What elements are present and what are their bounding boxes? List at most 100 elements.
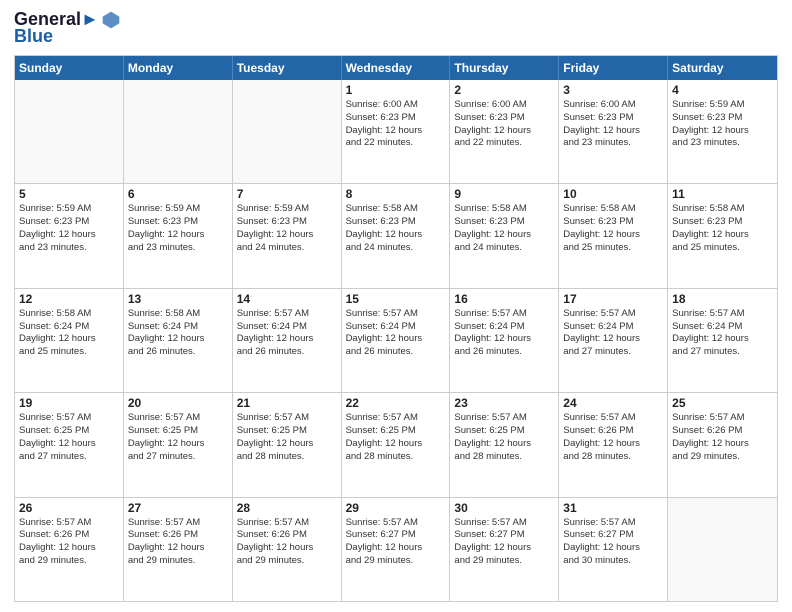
day-number: 14 [237, 292, 337, 306]
day-number: 31 [563, 501, 663, 515]
day-number: 13 [128, 292, 228, 306]
weekday-header: Monday [124, 56, 233, 80]
calendar-row: 1 Sunrise: 6:00 AMSunset: 6:23 PMDaylight… [15, 80, 777, 184]
day-number: 15 [346, 292, 446, 306]
day-info: Sunrise: 5:59 AMSunset: 6:23 PMDaylight:… [128, 203, 228, 254]
day-number: 4 [672, 83, 773, 97]
calendar-row: 19Sunrise: 5:57 AMSunset: 6:25 PMDayligh… [15, 393, 777, 497]
day-number: 22 [346, 396, 446, 410]
day-info: Sunrise: 5:57 AMSunset: 6:26 PMDaylight:… [563, 412, 663, 463]
day-number: 28 [237, 501, 337, 515]
calendar-cell: 22 Sunrise: 5:57 AMSunset: 6:25 PMDayligh… [342, 393, 451, 496]
calendar-cell: 24 Sunrise: 5:57 AMSunset: 6:26 PMDayligh… [559, 393, 668, 496]
day-info: Sunrise: 5:57 AMSunset: 6:25 PMDaylight:… [19, 412, 119, 463]
day-info: Sunrise: 5:58 AMSunset: 6:23 PMDaylight:… [346, 203, 446, 254]
calendar-cell: 10 Sunrise: 5:58 AMSunset: 6:23 PMDayligh… [559, 184, 668, 287]
calendar-cell [233, 80, 342, 183]
calendar-cell: 9 Sunrise: 5:58 AMSunset: 6:23 PMDaylight… [450, 184, 559, 287]
day-info: Sunrise: 5:57 AMSunset: 6:27 PMDaylight:… [563, 517, 663, 568]
day-number: 9 [454, 187, 554, 201]
day-number: 30 [454, 501, 554, 515]
calendar-cell: 27 Sunrise: 5:57 AMSunset: 6:26 PMDayligh… [124, 498, 233, 601]
day-number: 25 [672, 396, 773, 410]
day-number: 18 [672, 292, 773, 306]
calendar-cell: 21 Sunrise: 5:57 AMSunset: 6:25 PMDayligh… [233, 393, 342, 496]
day-info: Sunrise: 5:58 AMSunset: 6:23 PMDaylight:… [672, 203, 773, 254]
calendar-cell: 4 Sunrise: 5:59 AMSunset: 6:23 PMDaylight… [668, 80, 777, 183]
calendar-cell: 29Sunrise: 5:57 AMSunset: 6:27 PMDayligh… [342, 498, 451, 601]
day-info: Sunrise: 5:58 AMSunset: 6:24 PMDaylight:… [128, 308, 228, 359]
day-info: Sunrise: 5:57 AMSunset: 6:27 PMDaylight:… [454, 517, 554, 568]
page: General► Blue SundayMondayTuesdayWednesd… [0, 0, 792, 612]
calendar-cell: 23Sunrise: 5:57 AMSunset: 6:25 PMDayligh… [450, 393, 559, 496]
calendar-body: 1 Sunrise: 6:00 AMSunset: 6:23 PMDaylight… [15, 80, 777, 601]
day-info: Sunrise: 6:00 AMSunset: 6:23 PMDaylight:… [563, 99, 663, 150]
weekday-header: Thursday [450, 56, 559, 80]
logo: General► Blue [14, 10, 121, 47]
calendar-cell: 17Sunrise: 5:57 AMSunset: 6:24 PMDayligh… [559, 289, 668, 392]
day-info: Sunrise: 5:58 AMSunset: 6:24 PMDaylight:… [19, 308, 119, 359]
day-number: 21 [237, 396, 337, 410]
calendar-cell: 19Sunrise: 5:57 AMSunset: 6:25 PMDayligh… [15, 393, 124, 496]
calendar-cell: 6 Sunrise: 5:59 AMSunset: 6:23 PMDaylight… [124, 184, 233, 287]
header: General► Blue [14, 10, 778, 47]
day-number: 3 [563, 83, 663, 97]
day-info: Sunrise: 5:57 AMSunset: 6:25 PMDaylight:… [237, 412, 337, 463]
day-info: Sunrise: 5:57 AMSunset: 6:24 PMDaylight:… [346, 308, 446, 359]
day-number: 12 [19, 292, 119, 306]
calendar-cell: 20Sunrise: 5:57 AMSunset: 6:25 PMDayligh… [124, 393, 233, 496]
calendar-cell [124, 80, 233, 183]
day-number: 8 [346, 187, 446, 201]
calendar-row: 5Sunrise: 5:59 AMSunset: 6:23 PMDaylight… [15, 184, 777, 288]
day-number: 29 [346, 501, 446, 515]
calendar-cell: 8 Sunrise: 5:58 AMSunset: 6:23 PMDaylight… [342, 184, 451, 287]
calendar-cell: 18 Sunrise: 5:57 AMSunset: 6:24 PMDayligh… [668, 289, 777, 392]
calendar-cell: 28 Sunrise: 5:57 AMSunset: 6:26 PMDayligh… [233, 498, 342, 601]
day-info: Sunrise: 5:57 AMSunset: 6:26 PMDaylight:… [19, 517, 119, 568]
day-info: Sunrise: 5:58 AMSunset: 6:23 PMDaylight:… [563, 203, 663, 254]
day-info: Sunrise: 5:58 AMSunset: 6:23 PMDaylight:… [454, 203, 554, 254]
calendar-cell: 31 Sunrise: 5:57 AMSunset: 6:27 PMDayligh… [559, 498, 668, 601]
calendar-cell [15, 80, 124, 183]
calendar-cell: 26 Sunrise: 5:57 AMSunset: 6:26 PMDayligh… [15, 498, 124, 601]
day-info: Sunrise: 5:57 AMSunset: 6:24 PMDaylight:… [672, 308, 773, 359]
day-number: 17 [563, 292, 663, 306]
day-number: 11 [672, 187, 773, 201]
calendar-cell: 11 Sunrise: 5:58 AMSunset: 6:23 PMDayligh… [668, 184, 777, 287]
calendar-cell: 16Sunrise: 5:57 AMSunset: 6:24 PMDayligh… [450, 289, 559, 392]
weekday-header: Sunday [15, 56, 124, 80]
day-number: 23 [454, 396, 554, 410]
weekday-header: Saturday [668, 56, 777, 80]
day-number: 10 [563, 187, 663, 201]
day-number: 20 [128, 396, 228, 410]
day-info: Sunrise: 6:00 AMSunset: 6:23 PMDaylight:… [346, 99, 446, 150]
day-number: 6 [128, 187, 228, 201]
day-number: 24 [563, 396, 663, 410]
weekday-header: Friday [559, 56, 668, 80]
calendar-row: 12 Sunrise: 5:58 AMSunset: 6:24 PMDayligh… [15, 289, 777, 393]
calendar-cell: 13 Sunrise: 5:58 AMSunset: 6:24 PMDayligh… [124, 289, 233, 392]
day-number: 7 [237, 187, 337, 201]
day-info: Sunrise: 5:59 AMSunset: 6:23 PMDaylight:… [672, 99, 773, 150]
day-number: 2 [454, 83, 554, 97]
day-info: Sunrise: 5:57 AMSunset: 6:25 PMDaylight:… [346, 412, 446, 463]
calendar-cell: 2Sunrise: 6:00 AMSunset: 6:23 PMDaylight… [450, 80, 559, 183]
day-number: 16 [454, 292, 554, 306]
day-number: 26 [19, 501, 119, 515]
calendar-cell: 7Sunrise: 5:59 AMSunset: 6:23 PMDaylight… [233, 184, 342, 287]
calendar-cell: 5Sunrise: 5:59 AMSunset: 6:23 PMDaylight… [15, 184, 124, 287]
day-info: Sunrise: 5:57 AMSunset: 6:26 PMDaylight:… [237, 517, 337, 568]
calendar-cell [668, 498, 777, 601]
day-info: Sunrise: 5:57 AMSunset: 6:24 PMDaylight:… [237, 308, 337, 359]
day-number: 27 [128, 501, 228, 515]
logo-icon [101, 10, 121, 30]
weekday-header: Tuesday [233, 56, 342, 80]
day-number: 1 [346, 83, 446, 97]
calendar-cell: 1 Sunrise: 6:00 AMSunset: 6:23 PMDaylight… [342, 80, 451, 183]
calendar-cell: 25 Sunrise: 5:57 AMSunset: 6:26 PMDayligh… [668, 393, 777, 496]
day-info: Sunrise: 5:59 AMSunset: 6:23 PMDaylight:… [19, 203, 119, 254]
calendar-row: 26 Sunrise: 5:57 AMSunset: 6:26 PMDayligh… [15, 498, 777, 601]
day-info: Sunrise: 5:57 AMSunset: 6:26 PMDaylight:… [128, 517, 228, 568]
calendar-cell: 12 Sunrise: 5:58 AMSunset: 6:24 PMDayligh… [15, 289, 124, 392]
day-info: Sunrise: 5:57 AMSunset: 6:26 PMDaylight:… [672, 412, 773, 463]
